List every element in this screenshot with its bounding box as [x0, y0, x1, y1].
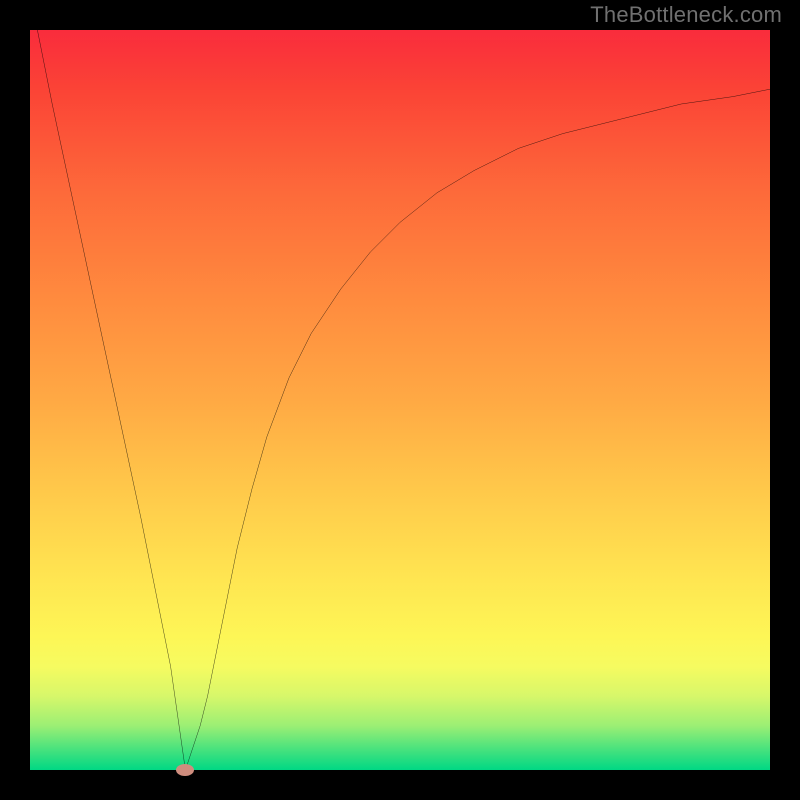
optimal-marker [176, 764, 194, 776]
chart-wrapper: TheBottleneck.com [0, 0, 800, 800]
bottleneck-curve [30, 30, 770, 770]
curve-path [37, 30, 770, 770]
attribution-label: TheBottleneck.com [590, 2, 782, 28]
plot-area [30, 30, 770, 770]
